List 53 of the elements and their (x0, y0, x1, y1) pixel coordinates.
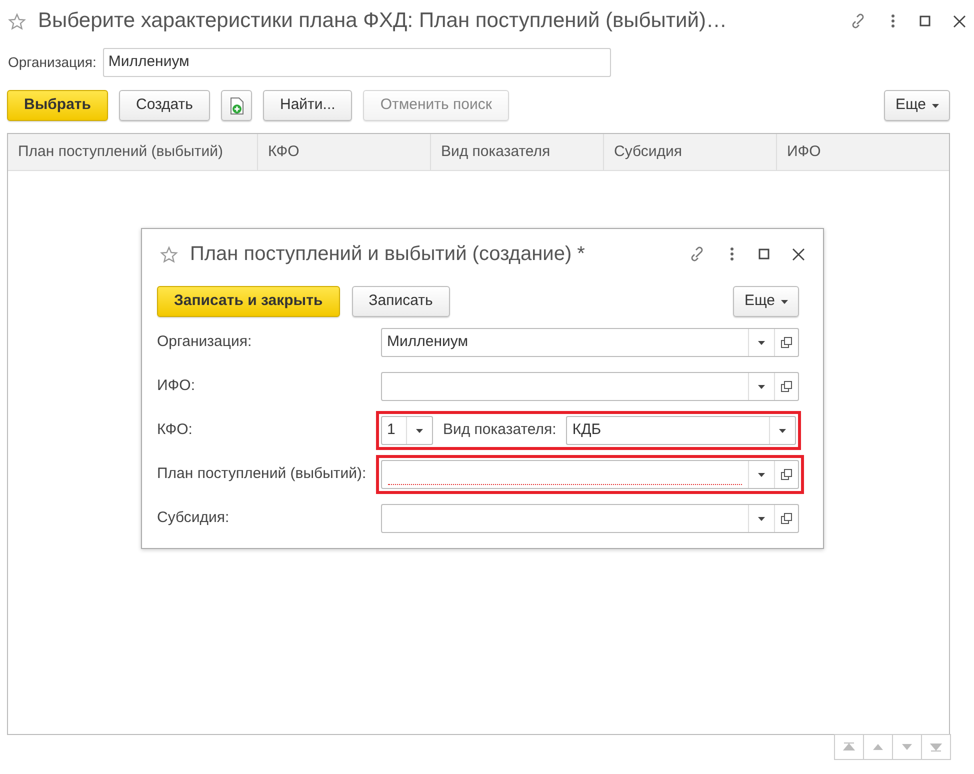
open-window-icon[interactable] (781, 337, 792, 348)
maximize-icon[interactable] (758, 248, 770, 260)
open-window-icon[interactable] (781, 513, 792, 524)
star-icon[interactable] (8, 12, 26, 30)
field-label: Вид показателя: (443, 420, 556, 440)
open-window-icon[interactable] (781, 469, 792, 480)
field-value: КДБ (572, 420, 602, 440)
column-header[interactable]: КФО (258, 134, 431, 170)
field-value: Миллениум (387, 332, 468, 352)
more-icon[interactable] (889, 13, 897, 29)
close-icon[interactable] (953, 14, 966, 28)
window-title: План поступлений и выбытий (создание) * (190, 242, 586, 267)
dropdown-caret-icon[interactable] (779, 428, 786, 432)
field-label: Субсидия: (157, 508, 230, 528)
field-label: КФО: (157, 420, 194, 440)
primary-button[interactable]: Выбрать (7, 90, 108, 121)
dropdown-caret-icon[interactable] (416, 428, 423, 432)
caret-icon[interactable] (781, 300, 788, 304)
organization-field[interactable]: Миллениум (103, 48, 612, 77)
toolbar-button[interactable]: Создать (118, 90, 210, 121)
toolbar-button[interactable]: Найти... (263, 90, 352, 121)
close-icon[interactable] (792, 248, 805, 260)
field-label: План поступлений (выбытий): (157, 464, 368, 484)
star-icon[interactable] (160, 246, 178, 262)
more-menu-button[interactable]: Еще (733, 286, 799, 317)
maximize-icon[interactable] (919, 15, 931, 27)
more-icon[interactable] (728, 246, 736, 262)
toolbar-button[interactable]: Записать (352, 286, 450, 317)
open-window-icon[interactable] (781, 381, 792, 392)
caret-icon[interactable] (932, 104, 939, 108)
column-header[interactable]: Вид показателя (431, 134, 604, 170)
column-header[interactable]: ИФО (777, 134, 949, 170)
select-field[interactable] (381, 460, 799, 489)
field-value: 1 (387, 420, 396, 440)
select-field[interactable]: Миллениум (381, 328, 799, 357)
select-field[interactable]: КДБ (566, 416, 796, 445)
window-title: Выберите характеристики плана ФХД: План поступлений (выбытий)… (38, 8, 728, 34)
dropdown-caret-icon[interactable] (758, 340, 765, 344)
dropdown-caret-icon[interactable] (758, 384, 765, 388)
primary-button[interactable]: Записать и закрыть (157, 286, 340, 317)
field-label: ИФО: (157, 376, 196, 396)
select-field[interactable]: 1 (381, 416, 433, 445)
field-label: Организация: (157, 332, 253, 352)
select-field[interactable] (381, 372, 799, 401)
field-label: Организация: (8, 53, 96, 72)
dropdown-caret-icon[interactable] (758, 516, 765, 520)
document-plus-icon[interactable] (228, 96, 244, 114)
add-document-button[interactable] (221, 90, 252, 121)
column-header[interactable]: План поступлений (выбытий) (8, 134, 258, 170)
select-field[interactable] (381, 504, 799, 533)
dropdown-caret-icon[interactable] (758, 472, 765, 476)
more-menu-button[interactable]: Еще (884, 90, 950, 121)
column-header[interactable]: Субсидия (604, 134, 777, 170)
